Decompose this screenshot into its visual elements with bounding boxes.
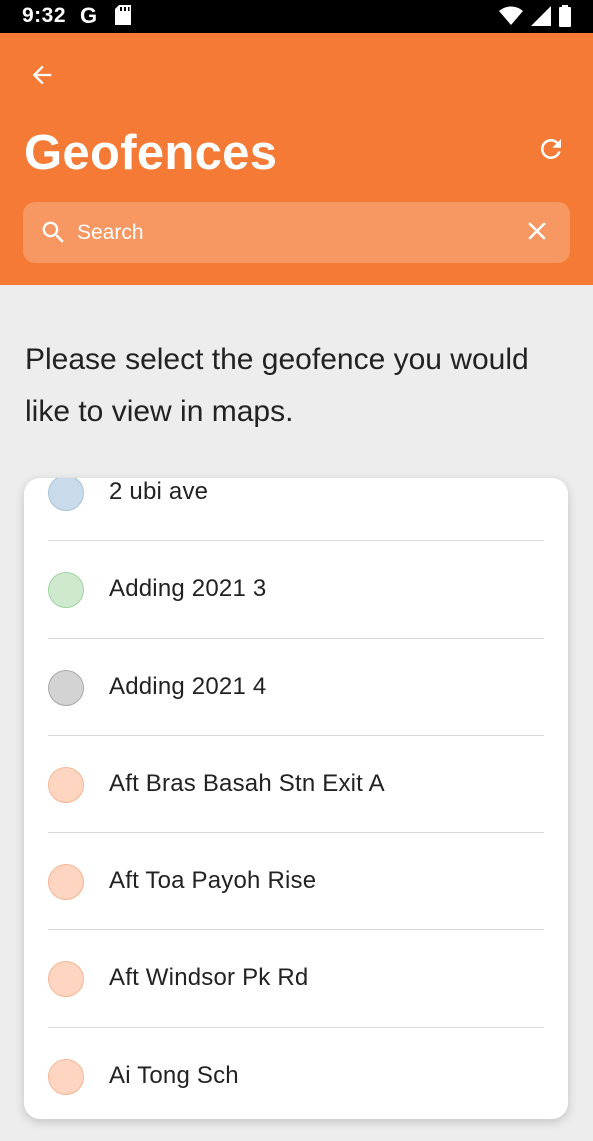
- geofence-name: Adding 2021 4: [109, 672, 267, 700]
- refresh-icon: [536, 134, 566, 169]
- geofence-list: 2 ubi ave Adding 2021 3 Adding 2021 4 Aft B…: [24, 478, 568, 1119]
- geofence-name: 2 ubi ave: [109, 478, 209, 505]
- google-icon: G: [80, 3, 98, 28]
- list-item[interactable]: Aft Bras Basah Stn Exit A: [24, 736, 568, 834]
- list-item[interactable]: 2 ubi ave: [24, 478, 568, 542]
- page-title: Geofences: [24, 126, 278, 180]
- list-item[interactable]: Adding 2021 3: [24, 541, 568, 639]
- list-item[interactable]: Aft Toa Payoh Rise: [24, 833, 568, 931]
- battery-icon: [559, 5, 571, 32]
- status-bar: 9:32 G: [0, 0, 593, 33]
- close-icon: [522, 216, 552, 251]
- geofence-color-dot: [48, 961, 84, 998]
- geofence-name: Aft Bras Basah Stn Exit A: [109, 769, 385, 797]
- geofence-name: Ai Tong Sch: [109, 1061, 239, 1089]
- geofence-color-dot: [48, 766, 84, 803]
- back-button[interactable]: [22, 59, 62, 95]
- refresh-button[interactable]: [533, 133, 569, 169]
- geofence-name: Aft Windsor Pk Rd: [109, 964, 309, 992]
- sd-card-icon: [115, 5, 131, 30]
- wifi-icon: [499, 6, 523, 31]
- search-icon: [39, 218, 68, 252]
- list-item[interactable]: Adding 2021 4: [24, 639, 568, 736]
- instruction-text: Please select the geofence you would lik…: [25, 343, 529, 428]
- signal-icon: [531, 6, 551, 31]
- status-time: 9:32: [22, 4, 67, 27]
- geofence-color-dot: [48, 669, 84, 706]
- list-item[interactable]: Aft Windsor Pk Rd: [24, 930, 568, 1028]
- geofence-list-card: 2 ubi ave Adding 2021 3 Adding 2021 4 Aft B…: [24, 478, 568, 1119]
- search-input[interactable]: [77, 214, 507, 252]
- geofence-color-dot: [48, 478, 84, 511]
- list-item[interactable]: Ai Tong Sch: [24, 1028, 568, 1119]
- search-bar: [23, 202, 570, 263]
- arrow-left-icon: [28, 61, 56, 94]
- geofence-name: Adding 2021 3: [109, 575, 267, 603]
- clear-search-button[interactable]: [522, 218, 552, 248]
- geofence-color-dot: [48, 572, 84, 609]
- geofence-name: Aft Toa Payoh Rise: [109, 867, 317, 895]
- geofence-color-dot: [48, 864, 84, 901]
- geofence-color-dot: [48, 1058, 84, 1095]
- app-header: Geofences: [0, 33, 593, 285]
- status-icons: [499, 5, 571, 32]
